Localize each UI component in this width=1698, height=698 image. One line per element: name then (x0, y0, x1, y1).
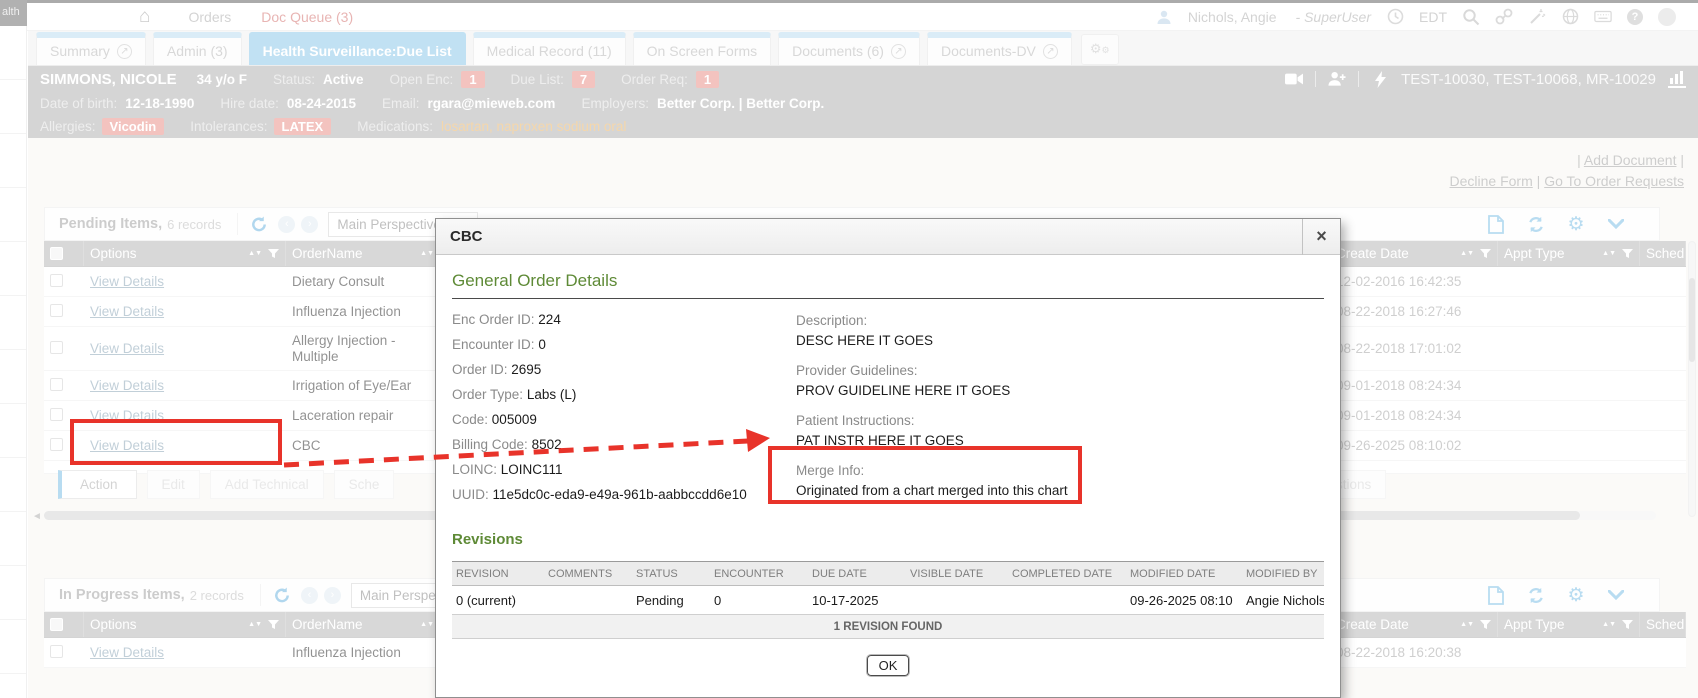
encounter-id: 0 (538, 337, 546, 352)
enc-order-id: 224 (538, 312, 561, 327)
ok-button[interactable]: OK (867, 655, 910, 676)
revisions-table: REVISION COMMENTS STATUS ENCOUNTER DUE D… (452, 561, 1324, 639)
modal-title: CBC (436, 228, 1302, 245)
annotation-arrow (280, 425, 778, 485)
description-value: DESC HERE IT GOES (796, 331, 1324, 351)
provider-guidelines-value: PROV GUIDELINE HERE IT GOES (796, 381, 1324, 401)
revision-row: 0 (current) Pending 0 10-17-2025 09-26-2… (452, 586, 1324, 615)
uuid: 11e5dc0c-eda9-e49a-961b-aabbccdd6e10 (493, 487, 747, 502)
highlight-box-merge-info (768, 446, 1082, 504)
close-icon[interactable]: × (1302, 219, 1340, 255)
general-order-details-heading: General Order Details (452, 265, 1324, 299)
revisions-heading: Revisions (452, 525, 1324, 555)
order-id: 2695 (511, 362, 541, 377)
revisions-header: REVISION COMMENTS STATUS ENCOUNTER DUE D… (452, 562, 1324, 586)
order-type: Labs (L) (527, 387, 577, 402)
app-screen: alth ⌂ Orders Doc Queue (3) Nichols, Ang… (0, 0, 1698, 698)
revisions-footer: 1 REVISION FOUND (452, 615, 1324, 639)
highlight-box-cbc-row (70, 419, 282, 465)
modal-title-bar: CBC × (436, 219, 1340, 255)
